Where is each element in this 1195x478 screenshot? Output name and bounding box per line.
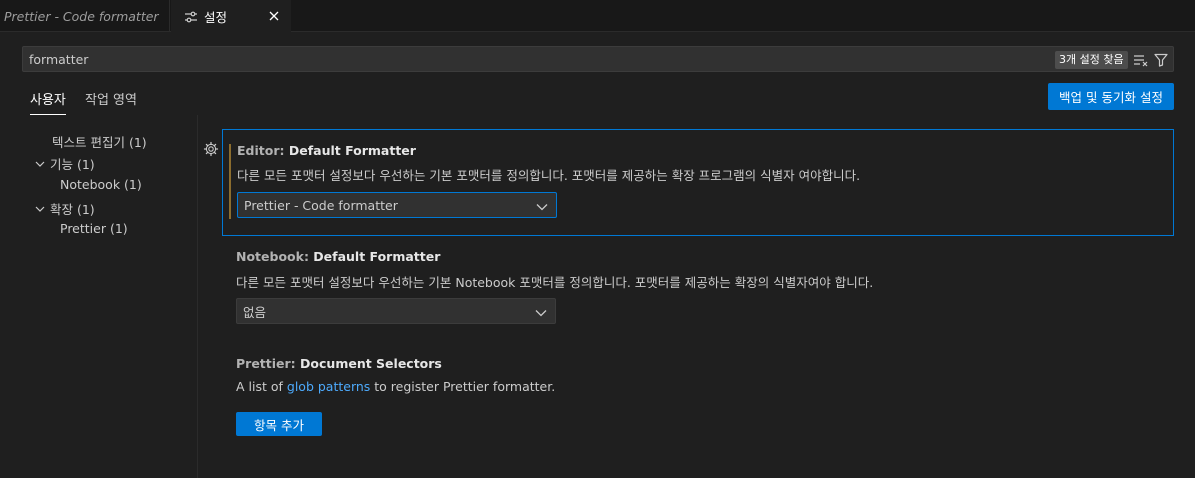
desc-text: to register Prettier formatter.	[370, 379, 556, 394]
setting-name: Default Formatter	[288, 143, 416, 158]
settings-toc: 텍스트 편집기 (1) 기능 (1) Notebook (1) 확장 (1) P…	[0, 115, 198, 478]
setting-editor-default-formatter: Editor: Default Formatter 다른 모든 포맷터 설정보다…	[222, 129, 1174, 236]
filter-icon[interactable]	[1153, 52, 1169, 68]
chevron-down-icon	[536, 200, 548, 211]
backup-sync-button[interactable]: 백업 및 동기화 설정	[1048, 83, 1174, 110]
setting-gear-icon[interactable]	[203, 141, 219, 157]
chevron-down-icon	[34, 157, 46, 172]
dropdown-value: 없음	[243, 304, 267, 320]
glob-patterns-link[interactable]: glob patterns	[287, 379, 370, 394]
toc-item-label: 텍스트 편집기 (1)	[52, 135, 147, 150]
setting-category: Notebook:	[236, 249, 309, 264]
scope-tab-user[interactable]: 사용자	[30, 89, 66, 115]
modified-indicator	[229, 144, 231, 219]
toc-item-prettier[interactable]: Prettier (1)	[60, 221, 128, 236]
toc-item-label: Prettier (1)	[60, 221, 128, 236]
setting-title: Notebook: Default Formatter	[236, 249, 440, 264]
chevron-down-icon	[535, 306, 547, 317]
setting-name: Default Formatter	[313, 249, 441, 264]
toc-item-features[interactable]: 기능 (1)	[34, 154, 95, 173]
scope-tab-workspace[interactable]: 작업 영역	[85, 89, 137, 115]
toc-item-label: Notebook (1)	[60, 177, 142, 192]
setting-prettier-document-selectors: Prettier: Document Selectors A list of g…	[222, 343, 1174, 443]
editor-formatter-dropdown[interactable]: Prettier - Code formatter	[237, 192, 557, 218]
close-icon[interactable]	[267, 9, 281, 23]
settings-sliders-icon	[184, 11, 198, 23]
tab-prettier-extension[interactable]: Prettier - Code formatter	[0, 0, 170, 32]
setting-notebook-default-formatter: Notebook: Default Formatter 다른 모든 포맷터 설정…	[222, 236, 1174, 336]
setting-category: Editor:	[237, 143, 285, 158]
toc-item-notebook[interactable]: Notebook (1)	[60, 177, 142, 192]
tab-settings[interactable]: 설정	[171, 0, 291, 33]
tab-label: Prettier - Code formatter	[4, 8, 159, 24]
clear-filter-icon[interactable]	[1133, 52, 1149, 68]
setting-title: Editor: Default Formatter	[237, 143, 416, 158]
setting-category: Prettier:	[236, 356, 296, 371]
setting-title: Prettier: Document Selectors	[236, 356, 442, 371]
settings-search-input[interactable]	[29, 47, 929, 71]
chevron-down-icon	[34, 202, 46, 217]
desc-text: A list of	[236, 379, 287, 394]
toc-item-label: 기능 (1)	[50, 157, 95, 172]
setting-description: 다른 모든 포맷터 설정보다 우선하는 기본 포맷터를 정의합니다. 포맷터를 …	[237, 168, 861, 183]
notebook-formatter-dropdown[interactable]: 없음	[236, 298, 556, 324]
search-result-count-badge: 3개 설정 찾음	[1055, 51, 1128, 69]
setting-description: A list of glob patterns to register Pret…	[236, 379, 555, 394]
add-item-button[interactable]: 항목 추가	[236, 412, 322, 436]
setting-description: 다른 모든 포맷터 설정보다 우선하는 기본 Notebook 포맷터를 정의합…	[236, 275, 874, 290]
editor-tab-bar: Prettier - Code formatter 설정	[0, 0, 1195, 33]
toc-item-extensions[interactable]: 확장 (1)	[34, 199, 95, 218]
toc-item-text-editor[interactable]: 텍스트 편집기 (1)	[52, 132, 147, 151]
setting-name: Document Selectors	[300, 356, 442, 371]
settings-search-box: 3개 설정 찾음	[22, 46, 1174, 72]
tab-label: 설정	[204, 10, 228, 25]
toc-item-label: 확장 (1)	[50, 202, 95, 217]
dropdown-value: Prettier - Code formatter	[244, 197, 398, 213]
